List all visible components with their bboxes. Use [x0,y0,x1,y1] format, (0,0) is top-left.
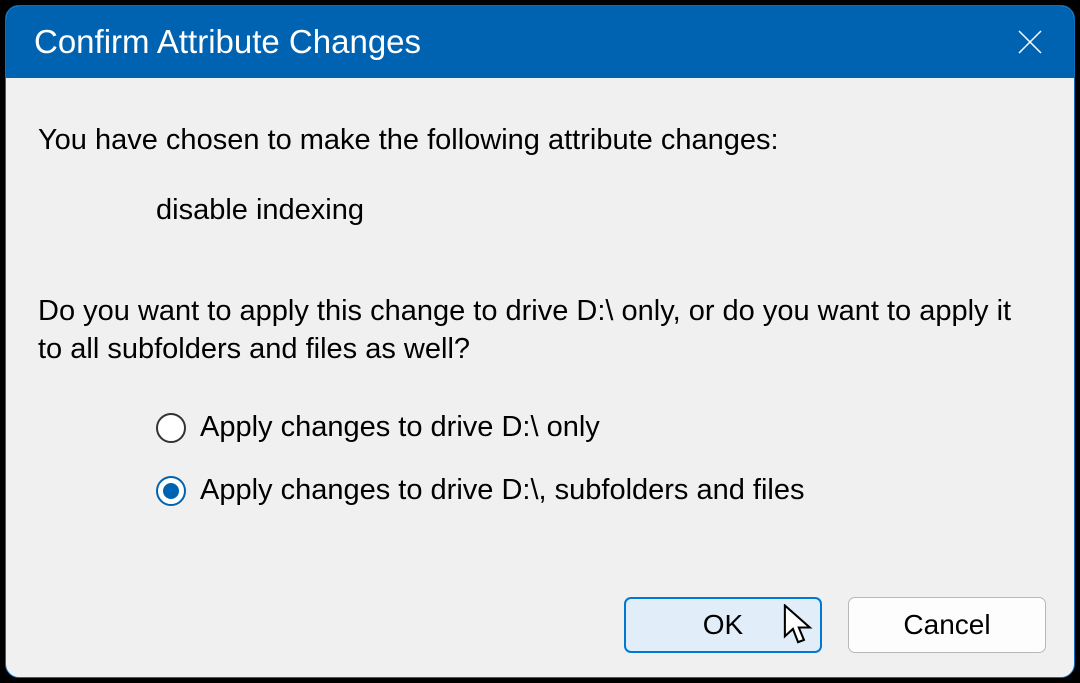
ok-button[interactable]: OK [624,597,822,653]
radio-unselected-icon [156,413,186,443]
radio-option-drive-only[interactable]: Apply changes to drive D:\ only [156,409,1042,447]
cancel-button[interactable]: Cancel [848,597,1046,653]
titlebar: Confirm Attribute Changes [6,6,1074,78]
intro-text: You have chosen to make the following at… [38,122,1042,160]
dialog-content: You have chosen to make the following at… [6,78,1074,510]
radio-option-subfolders-files[interactable]: Apply changes to drive D:\, subfolders a… [156,472,1042,510]
radio-group: Apply changes to drive D:\ only Apply ch… [38,409,1042,510]
radio-label: Apply changes to drive D:\, subfolders a… [200,472,805,510]
cancel-button-label: Cancel [903,609,990,641]
radio-selected-icon [156,476,186,506]
confirm-attribute-changes-dialog: Confirm Attribute Changes You have chose… [5,5,1075,678]
radio-label: Apply changes to drive D:\ only [200,409,600,447]
attribute-change-text: disable indexing [38,192,1042,230]
question-text: Do you want to apply this change to driv… [38,293,1042,368]
close-icon[interactable] [1014,26,1046,58]
dialog-title: Confirm Attribute Changes [34,23,421,61]
ok-button-label: OK [703,609,743,641]
dialog-buttons: OK Cancel [624,597,1046,653]
